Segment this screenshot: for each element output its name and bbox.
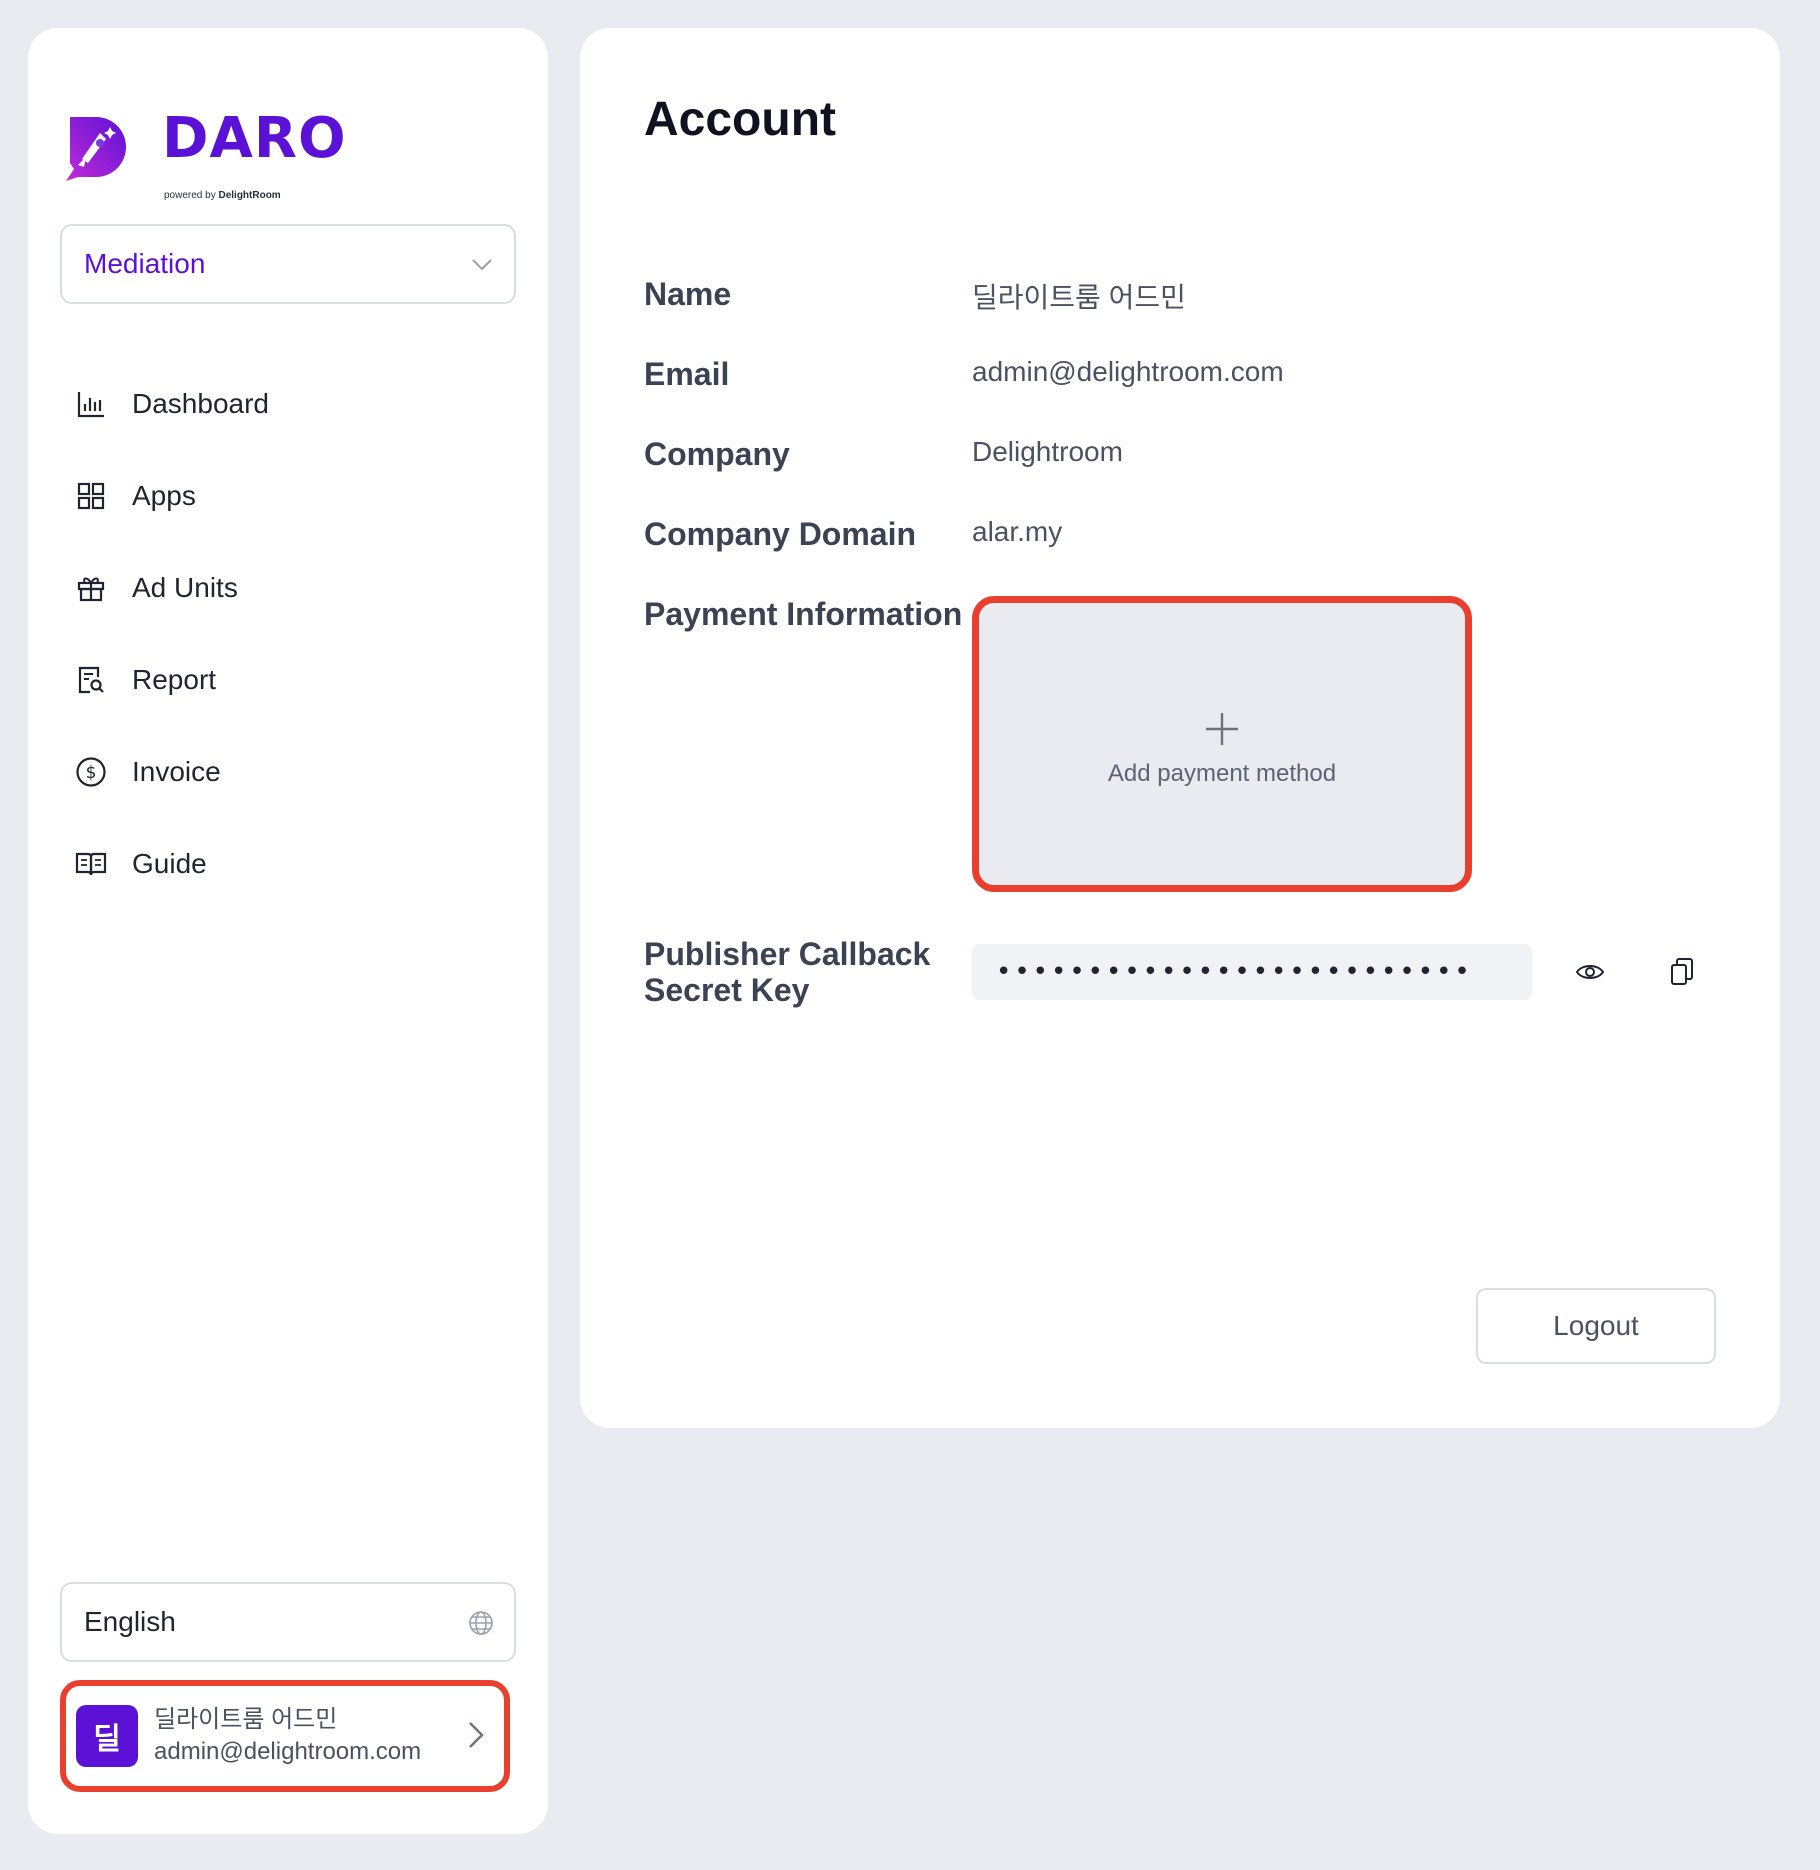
sidebar-item-label: Apps — [132, 480, 196, 511]
sidebar-item-report[interactable]: Report — [60, 634, 516, 726]
email-value: admin@delightroom.com — [972, 356, 1284, 387]
account-panel: Account Name 딜라이트룸 어드민 Email admin@delig… — [580, 28, 1780, 1428]
company-domain-label: Company Domain — [644, 516, 917, 552]
brand-name: DARO — [162, 106, 347, 171]
sidebar: DARO powered by DelightRoom Mediation Da… — [28, 28, 548, 1834]
rocket-logo-icon — [66, 117, 126, 181]
name-value: 딜라이트룸 어드민 — [972, 282, 1186, 313]
avatar: 딜 — [76, 1705, 138, 1767]
logout-button[interactable]: Logout — [1476, 1288, 1716, 1364]
brand-tagline: powered by DelightRoom — [164, 190, 281, 201]
product-select-value: Mediation — [84, 248, 206, 279]
sidebar-item-guide[interactable]: Guide — [60, 818, 516, 910]
user-profile-card[interactable]: 딜 딜라이트룸 어드민 admin@delightroom.com — [60, 1680, 510, 1792]
sidebar-item-invoice[interactable]: $ Invoice — [60, 726, 516, 818]
book-icon — [74, 847, 108, 881]
copy-icon — [1671, 958, 1693, 985]
add-payment-method-button[interactable]: Add payment method — [972, 596, 1472, 892]
sidebar-item-dashboard[interactable]: Dashboard — [60, 358, 516, 450]
plus-icon — [1206, 713, 1238, 745]
grid-icon — [74, 479, 108, 513]
copy-secret-button[interactable] — [1662, 952, 1702, 992]
language-select-value: English — [84, 1606, 176, 1637]
svg-text:$: $ — [86, 763, 97, 783]
daro-logo[interactable]: DARO powered by DelightRoom — [60, 83, 346, 201]
sidebar-item-label: Dashboard — [132, 388, 269, 419]
user-info: 딜라이트룸 어드민 admin@delightroom.com — [154, 1704, 421, 1768]
chevron-down-icon — [472, 259, 492, 271]
dollar-circle-icon: $ — [74, 755, 108, 789]
product-select[interactable]: Mediation — [60, 224, 516, 304]
gift-icon — [74, 571, 108, 605]
payment-information-label: Payment Information — [644, 596, 963, 632]
language-select[interactable]: English — [60, 1582, 516, 1662]
user-email: admin@delightroom.com — [154, 1738, 422, 1765]
sidebar-nav: Dashboard Apps Ad Units Report $ Invoice — [60, 358, 516, 910]
sidebar-item-apps[interactable]: Apps — [60, 450, 516, 542]
show-secret-button[interactable] — [1570, 952, 1610, 992]
tagline-prefix: powered by — [164, 190, 216, 201]
company-domain-value: alar.my — [972, 516, 1063, 547]
company-label: Company — [644, 436, 790, 472]
secret-key-label-line2: Secret Key — [644, 972, 810, 1008]
sidebar-item-label: Report — [132, 664, 217, 695]
chevron-right-icon — [469, 1722, 484, 1748]
email-label: Email — [644, 356, 730, 392]
secret-key-label-line1: Publisher Callback — [644, 936, 931, 972]
secret-key-label: Publisher Callback Secret Key — [644, 936, 930, 1008]
globe-icon — [469, 1611, 493, 1635]
add-payment-method-label: Add payment method — [1107, 760, 1337, 787]
page-title: Account — [644, 93, 836, 146]
sidebar-item-ad-units[interactable]: Ad Units — [60, 542, 516, 634]
name-label: Name — [644, 276, 732, 312]
tagline-company: DelightRoom — [218, 190, 281, 201]
bar-chart-icon — [74, 387, 108, 421]
sidebar-item-label: Guide — [132, 848, 207, 879]
sidebar-item-label: Ad Units — [132, 572, 238, 603]
sidebar-item-label: Invoice — [132, 756, 221, 787]
report-search-icon — [74, 663, 108, 697]
company-value: Delightroom — [972, 436, 1123, 467]
secret-key-field[interactable] — [972, 944, 1532, 1000]
user-name: 딜라이트룸 어드민 — [154, 1706, 338, 1733]
eye-icon — [1575, 965, 1605, 979]
